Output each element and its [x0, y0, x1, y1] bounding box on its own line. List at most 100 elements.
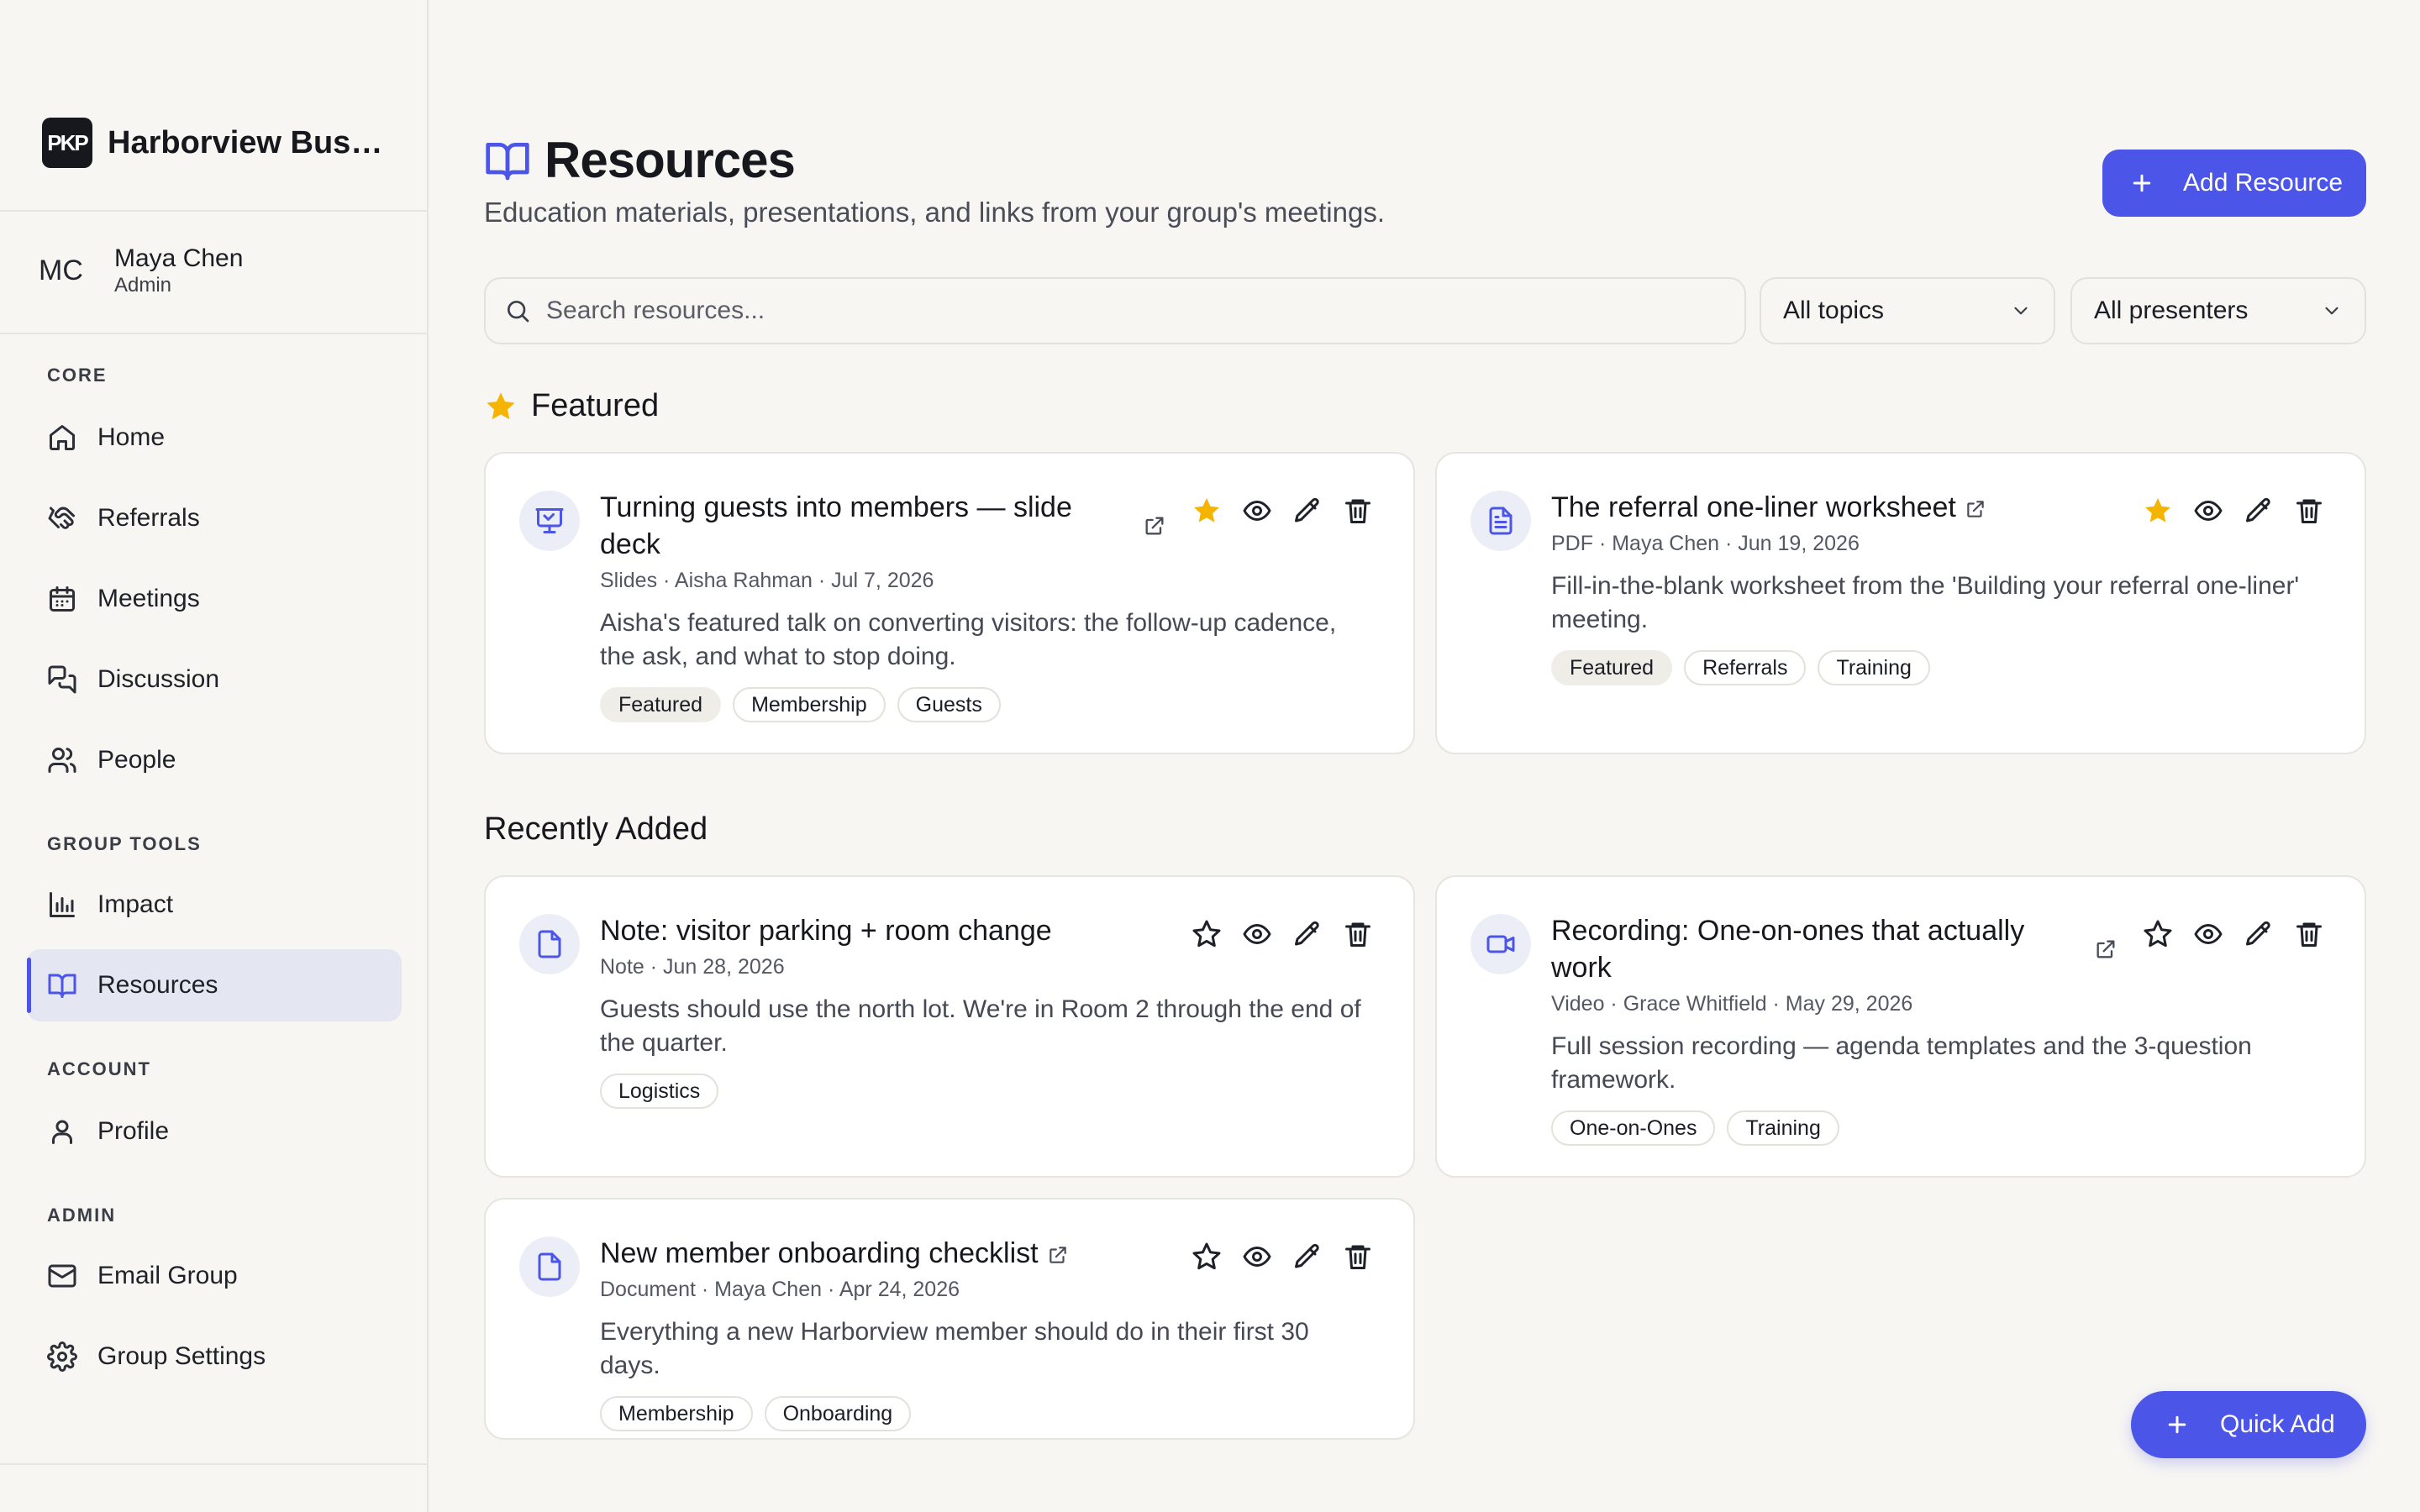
featured-heading: Featured — [484, 388, 659, 424]
brand[interactable]: PKP Harborview Busi... — [42, 118, 385, 168]
sidebar-item-impact[interactable]: Impact — [27, 869, 402, 941]
sidebar-item-people[interactable]: People — [27, 724, 402, 796]
document-icon — [538, 1252, 561, 1281]
handshake-icon — [48, 507, 75, 529]
sidebar-item-home[interactable]: Home — [27, 402, 402, 474]
tag-list: Membership Onboarding — [600, 1396, 1373, 1431]
resource-card[interactable]: Recording: One-on-ones that actually wor… — [1435, 875, 2366, 1178]
resource-description: Full session recording — agenda template… — [1551, 1032, 2252, 1094]
eye-icon[interactable] — [2193, 919, 2223, 949]
mail-icon — [48, 1264, 76, 1288]
sidebar-item-label: Impact — [97, 890, 174, 918]
star-outline-icon[interactable] — [1192, 919, 1222, 949]
tag[interactable]: One-on-Ones — [1551, 1110, 1716, 1146]
presenter-select-value: All presenters — [2094, 297, 2249, 324]
search-input[interactable] — [546, 297, 1706, 325]
resource-card[interactable]: Note: visitor parking + room change Note… — [484, 875, 1415, 1178]
note-icon — [538, 930, 561, 958]
pencil-icon[interactable] — [1292, 919, 1323, 949]
quick-add-button[interactable]: Quick Add — [2131, 1391, 2366, 1458]
tag[interactable]: Training — [1727, 1110, 1839, 1146]
tag[interactable]: Referrals — [1684, 650, 1807, 685]
divider — [0, 210, 429, 212]
resource-type-badge — [519, 914, 580, 974]
external-link-icon[interactable] — [1143, 514, 1166, 538]
presentation-icon — [535, 508, 564, 533]
add-resource-button[interactable]: Add Resource — [2102, 150, 2366, 217]
sidebar-item-label: Resources — [97, 971, 218, 999]
brand-name: Harborview Busi... — [108, 124, 385, 160]
sidebar-item-label: Email Group — [97, 1262, 238, 1289]
section-label-group-tools: GROUP TOOLS — [47, 833, 202, 854]
sidebar-item-discussion[interactable]: Discussion — [27, 643, 402, 716]
eye-icon[interactable] — [1242, 919, 1272, 949]
document-icon — [1489, 507, 1512, 535]
sidebar-item-resources[interactable]: Resources — [27, 949, 402, 1021]
trash-icon[interactable] — [2294, 919, 2324, 949]
tag[interactable]: Onboarding — [764, 1396, 912, 1431]
user-card[interactable]: MC Maya Chen Admin — [39, 244, 243, 297]
book-icon — [48, 974, 76, 998]
eye-icon[interactable] — [2193, 496, 2223, 526]
resource-title[interactable]: Recording: One-on-ones that actually wor… — [1551, 912, 2089, 986]
home-icon — [50, 425, 75, 450]
resource-card[interactable]: Turning guests into members — slide deck… — [484, 452, 1415, 754]
pencil-icon[interactable] — [2244, 496, 2274, 526]
star-outline-icon[interactable] — [2143, 919, 2173, 949]
sidebar-item-referrals[interactable]: Referrals — [27, 482, 402, 554]
resource-title[interactable]: The referral one-liner worksheet — [1551, 491, 1956, 523]
resource-title[interactable]: Turning guests into members — slide deck — [600, 489, 1121, 563]
trash-icon[interactable] — [2294, 496, 2324, 526]
sidebar-item-label: Discussion — [97, 665, 220, 693]
tag[interactable]: Training — [1818, 650, 1930, 685]
eye-icon[interactable] — [1242, 1242, 1272, 1272]
resource-card[interactable]: The referral one-liner worksheet PDF · M… — [1435, 452, 2366, 754]
external-link-icon[interactable] — [2094, 937, 2118, 961]
pencil-icon[interactable] — [1292, 1242, 1323, 1272]
resource-title[interactable]: New member onboarding checklist — [600, 1237, 1039, 1269]
eye-icon[interactable] — [1242, 496, 1272, 526]
card-actions — [1192, 496, 1373, 526]
tag[interactable]: Membership — [600, 1396, 753, 1431]
trash-icon[interactable] — [1343, 919, 1373, 949]
presenter-select[interactable]: All presenters — [2070, 277, 2366, 344]
section-label-admin: ADMIN — [47, 1205, 117, 1226]
external-link-icon[interactable] — [1965, 498, 1986, 520]
resource-meta: Note · Jun 28, 2026 — [600, 955, 785, 979]
page-header: Resources — [484, 131, 796, 189]
tag[interactable]: Membership — [733, 687, 886, 722]
pencil-icon[interactable] — [1292, 496, 1323, 526]
star-icon[interactable] — [2143, 496, 2173, 526]
sidebar-item-label: Home — [97, 423, 166, 451]
trash-icon[interactable] — [1343, 496, 1373, 526]
resource-description: Everything a new Harborview member shoul… — [600, 1318, 1309, 1379]
topic-select[interactable]: All topics — [1760, 277, 2055, 344]
gear-icon — [47, 1341, 77, 1372]
section-label-core: CORE — [47, 365, 108, 386]
resource-type-badge — [1470, 914, 1531, 974]
resource-meta: Video · Grace Whitfield · May 29, 2026 — [1551, 992, 1913, 1016]
sidebar-item-group-settings[interactable]: Group Settings — [27, 1320, 402, 1393]
pencil-icon[interactable] — [2244, 919, 2274, 949]
plus-icon — [2168, 1415, 2186, 1434]
external-link-icon[interactable] — [1047, 1244, 1069, 1266]
card-actions — [2143, 919, 2324, 949]
people-icon — [48, 748, 76, 773]
star-icon — [487, 391, 515, 419]
sidebar-item-meetings[interactable]: Meetings — [27, 563, 402, 635]
tag[interactable]: Logistics — [600, 1074, 719, 1109]
resource-card[interactable]: New member onboarding checklist Document… — [484, 1198, 1415, 1440]
tag[interactable]: Featured — [600, 687, 722, 722]
star-outline-icon[interactable] — [1192, 1242, 1222, 1272]
sidebar-item-profile[interactable]: Profile — [27, 1095, 402, 1168]
resource-type-badge — [519, 491, 580, 551]
tag[interactable]: Featured — [1551, 650, 1673, 685]
recent-heading-label: Recently Added — [484, 811, 708, 847]
resource-type-badge — [519, 1236, 580, 1297]
card-actions — [1192, 919, 1373, 949]
trash-icon[interactable] — [1343, 1242, 1373, 1272]
sidebar-item-email-group[interactable]: Email Group — [27, 1240, 402, 1312]
page-title: Resources — [544, 132, 796, 188]
star-icon[interactable] — [1192, 496, 1222, 526]
tag[interactable]: Guests — [897, 687, 1001, 722]
